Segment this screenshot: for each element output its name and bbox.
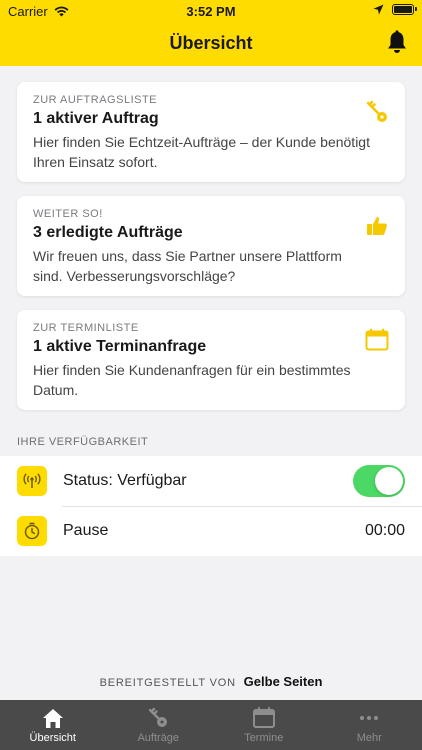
key-icon: [366, 100, 387, 122]
pause-timer: 00:00: [364, 522, 405, 539]
calendar-icon: [252, 706, 275, 728]
card-eyebrow: WEITER SO!: [33, 208, 103, 220]
card-title: 1 aktiver Auftrag: [33, 110, 159, 127]
status-bar: Carrier 3:52 PM: [0, 0, 422, 22]
battery-icon: [392, 4, 417, 15]
key-icon: [149, 707, 168, 727]
bell-icon[interactable]: [386, 30, 408, 54]
broadcast-icon: [17, 466, 47, 496]
thumbs-up-icon: [367, 217, 387, 235]
tab-orders[interactable]: Aufträge: [106, 700, 212, 750]
card-body: Hier finden Sie Echtzeit-Aufträge – der …: [33, 134, 370, 170]
home-icon: [42, 708, 63, 728]
tab-label: Termine: [244, 731, 284, 744]
status-label: Status: Verfügbar: [63, 472, 187, 489]
brand-logo: Gelbe Seiten: [243, 674, 323, 689]
page-title: Übersicht: [169, 33, 253, 53]
card-title: 1 aktive Terminanfrage: [33, 338, 207, 355]
card-appointment-requests[interactable]: ZUR TERMINLISTE 1 aktive Terminanfrage H…: [17, 310, 405, 410]
pause-label: Pause: [63, 522, 109, 539]
card-body: Hier finden Sie Kundenanfragen für ein b…: [33, 362, 351, 398]
card-completed-orders[interactable]: WEITER SO! 3 erledigte Aufträge Wir freu…: [17, 196, 405, 296]
status-time: 3:52 PM: [186, 4, 236, 19]
card-title: 3 erledigte Aufträge: [33, 224, 183, 241]
availability-section-label: IHRE VERFÜGBARKEIT: [17, 436, 149, 448]
availability-list: Status: Verfügbar Pause 00:00: [0, 456, 422, 556]
card-eyebrow: ZUR TERMINLISTE: [33, 322, 139, 334]
tab-overview[interactable]: Übersicht: [0, 700, 106, 750]
card-active-orders[interactable]: ZUR AUFTRAGSLISTE 1 aktiver Auftrag Hier…: [17, 82, 405, 182]
availability-toggle[interactable]: [353, 465, 405, 497]
powered-prefix: BEREITGESTELLT VON: [99, 677, 236, 689]
tab-label: Mehr: [356, 731, 382, 744]
header: Carrier 3:52 PM Übersicht: [0, 0, 422, 66]
tab-label: Aufträge: [137, 731, 180, 744]
location-arrow-icon: [373, 4, 384, 15]
status-row: Status: Verfügbar: [0, 456, 422, 506]
card-eyebrow: ZUR AUFTRAGSLISTE: [33, 94, 158, 106]
more-dots-icon: [360, 715, 379, 720]
powered-by: BEREITGESTELLT VON Gelbe Seiten: [0, 674, 422, 689]
status-right: [373, 4, 417, 15]
pause-row[interactable]: Pause 00:00: [0, 506, 422, 556]
tab-bar: Übersicht Aufträge Termine Mehr: [0, 700, 422, 750]
calendar-icon: [365, 328, 389, 351]
tab-more[interactable]: Mehr: [317, 700, 422, 750]
toggle-knob: [375, 467, 403, 495]
card-body: Wir freuen uns, dass Sie Partner unsere …: [33, 248, 342, 284]
tab-label: Übersicht: [29, 731, 76, 744]
tab-appointments[interactable]: Termine: [211, 700, 317, 750]
timer-icon: [17, 516, 47, 546]
